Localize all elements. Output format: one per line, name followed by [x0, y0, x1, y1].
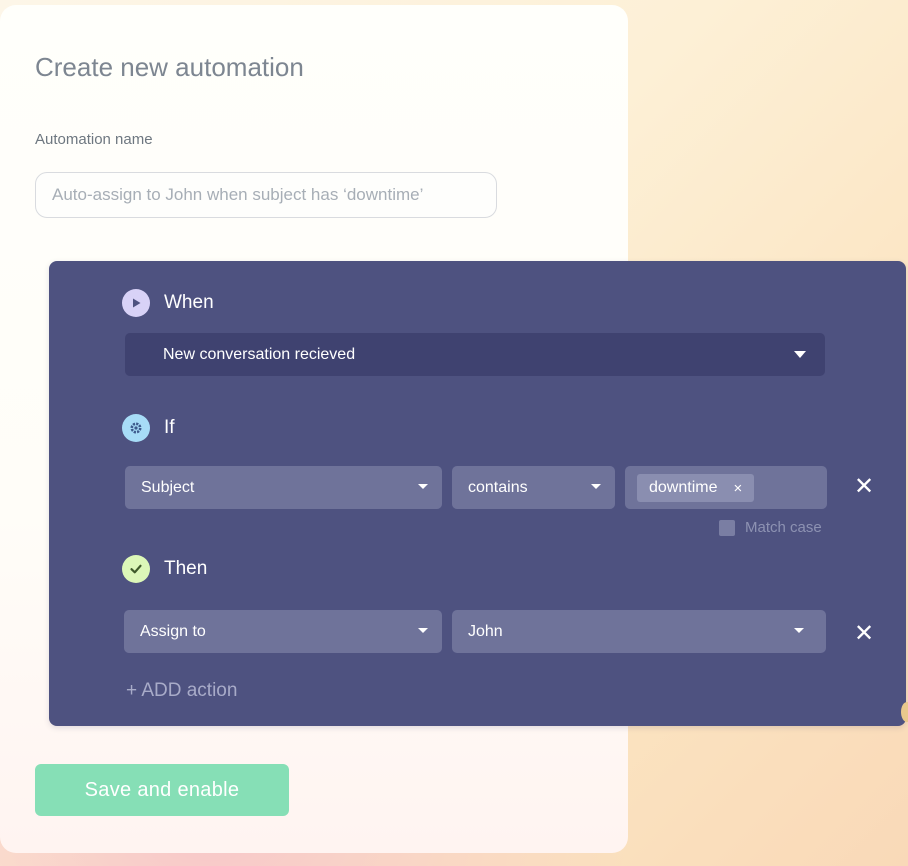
gear-icon	[122, 414, 150, 442]
play-icon	[122, 289, 150, 317]
when-heading: When	[164, 292, 214, 313]
check-icon	[122, 555, 150, 583]
trigger-value: New conversation recieved	[163, 345, 356, 363]
chip-remove-icon[interactable]: ×	[733, 480, 742, 497]
remove-action-button[interactable]: ✕	[854, 622, 874, 646]
assignee-value: John	[468, 622, 503, 640]
value-chip-label: downtime	[649, 479, 718, 496]
add-action-button[interactable]: + ADD action	[126, 680, 237, 702]
then-heading: Then	[164, 558, 208, 579]
trigger-dropdown[interactable]: New conversation recieved	[125, 333, 825, 376]
condition-value-input[interactable]: downtime ×	[625, 466, 827, 509]
condition-field-dropdown[interactable]: Subject	[125, 466, 442, 509]
chevron-down-icon	[591, 484, 601, 489]
if-heading: If	[164, 417, 175, 438]
automation-builder: When New conversation recieved If Subjec…	[49, 261, 906, 726]
action-dropdown[interactable]: Assign to	[124, 610, 442, 653]
chevron-down-icon	[418, 484, 428, 489]
match-case-option[interactable]: Match case	[719, 519, 822, 536]
chevron-down-icon	[418, 628, 428, 633]
condition-operator-dropdown[interactable]: contains	[452, 466, 615, 509]
remove-condition-button[interactable]: ✕	[854, 475, 874, 499]
condition-field-value: Subject	[141, 478, 195, 496]
when-section-header: When	[122, 289, 214, 317]
if-section-header: If	[122, 414, 175, 442]
automation-name-input[interactable]	[35, 172, 497, 218]
action-value: Assign to	[140, 622, 206, 640]
assignee-dropdown[interactable]: John	[452, 610, 826, 653]
value-chip: downtime ×	[637, 474, 755, 502]
match-case-label: Match case	[745, 519, 822, 536]
automation-name-label: Automation name	[35, 131, 153, 148]
save-and-enable-button[interactable]: Save and enable	[35, 764, 289, 816]
chevron-down-icon	[794, 628, 804, 633]
chevron-down-icon	[794, 351, 806, 358]
decorative-dot	[901, 702, 908, 722]
then-section-header: Then	[122, 555, 207, 583]
match-case-checkbox[interactable]	[719, 519, 735, 536]
condition-operator-value: contains	[468, 478, 528, 496]
page-title: Create new automation	[35, 52, 304, 82]
